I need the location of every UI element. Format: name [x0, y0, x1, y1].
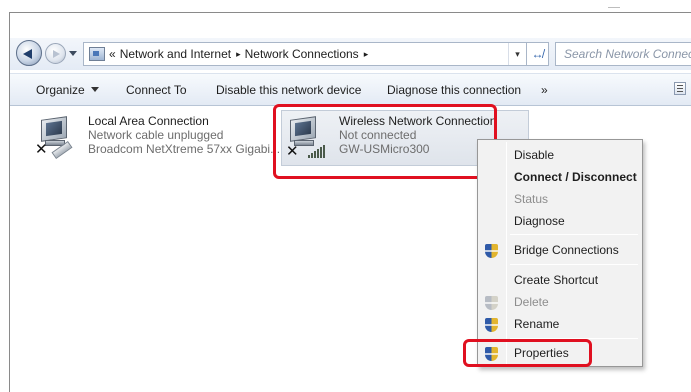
refresh-button[interactable]: ↮ [527, 42, 549, 66]
more-commands-button[interactable]: » [541, 83, 548, 97]
connection-name: Local Area Connection [88, 114, 209, 128]
menu-separator [510, 234, 638, 235]
breadcrumb-network-and-internet[interactable]: Network and Internet [120, 47, 231, 61]
callout-properties [463, 339, 592, 367]
window-edge-mark [608, 7, 620, 8]
disconnected-x-icon: ✕ [35, 141, 48, 158]
organize-label: Organize [36, 83, 85, 97]
control-panel-icon [89, 47, 105, 61]
menu-item-create-shortcut[interactable]: Create Shortcut [514, 273, 598, 287]
menu-separator [510, 264, 638, 265]
address-bar[interactable]: « Network and Internet ▸ Network Connect… [83, 42, 527, 66]
menu-item-delete: Delete [514, 295, 549, 309]
menu-item-connect-disconnect[interactable]: Connect / Disconnect [514, 170, 637, 184]
search-input[interactable]: Search Network Connections [555, 42, 691, 66]
menu-item-disable[interactable]: Disable [514, 148, 554, 162]
callout-wireless-connection [273, 104, 497, 179]
connect-to-button[interactable]: Connect To [126, 83, 187, 97]
change-view-icon[interactable] [674, 82, 686, 95]
organize-menu[interactable]: Organize [36, 83, 99, 97]
menu-item-status: Status [514, 192, 549, 206]
context-menu: Disable Connect / Disconnect Status Diag… [477, 139, 643, 367]
breadcrumb-separator[interactable]: ▸ [364, 49, 369, 60]
uac-shield-icon [485, 296, 498, 310]
breadcrumb-separator[interactable]: ▸ [236, 49, 241, 60]
uac-shield-icon [485, 318, 498, 332]
menu-icon-gutter [506, 142, 507, 364]
back-button[interactable] [16, 40, 42, 66]
connection-status: Network cable unplugged [88, 128, 224, 142]
address-history-dropdown[interactable]: ▾ [508, 43, 526, 65]
menu-item-rename[interactable]: Rename [514, 317, 559, 331]
disable-device-button[interactable]: Disable this network device [216, 83, 361, 97]
diagnose-button[interactable]: Diagnose this connection [387, 83, 521, 97]
caret-down-icon [90, 87, 99, 92]
monitor-shape [41, 116, 67, 142]
breadcrumb-overflow[interactable]: « [109, 47, 116, 61]
menu-item-bridge-connections[interactable]: Bridge Connections [514, 243, 619, 257]
connection-device: Broadcom NetXtreme 57xx Gigabi... [88, 142, 281, 156]
forward-button[interactable] [45, 43, 66, 64]
breadcrumb-network-connections[interactable]: Network Connections [245, 47, 359, 61]
menu-item-diagnose[interactable]: Diagnose [514, 214, 565, 228]
screen-shape [46, 120, 62, 137]
uac-shield-icon [485, 244, 498, 258]
recent-pages-dropdown[interactable] [69, 51, 77, 56]
connection-item-local-area[interactable]: ✕ Local Area Connection Network cable un… [35, 112, 280, 162]
